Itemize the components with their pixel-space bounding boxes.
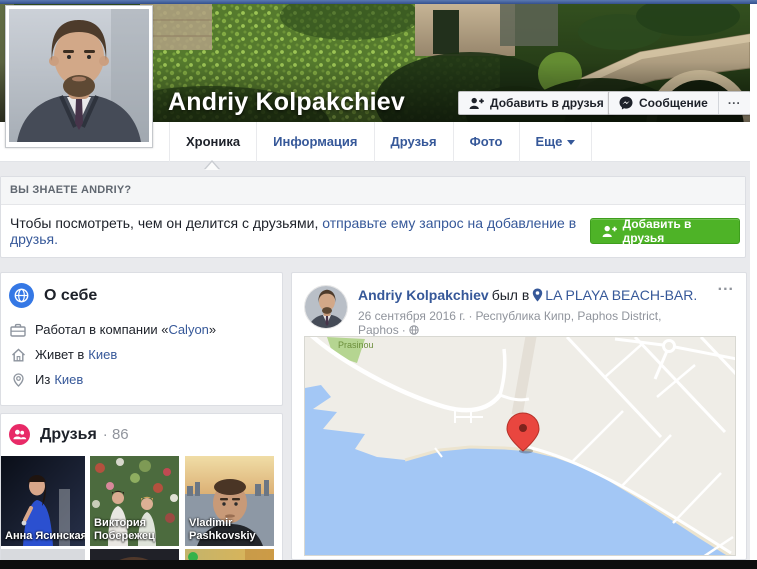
about-item-work: Работал в компании «Calyon» [7,322,274,337]
person-add-icon [602,225,617,238]
post-meta: 26 сентября 2016 г.·Республика Кипр, Pap… [358,309,706,338]
tab-timeline[interactable]: Хроника [169,122,256,162]
about-globe-icon [9,283,34,308]
post-date-link[interactable]: 26 сентября 2016 г. [358,309,466,323]
add-friend-label: Добавить в друзья [490,96,604,110]
post-author-link[interactable]: Andriy Kolpakchiev [358,287,489,303]
post-author-avatar[interactable] [304,285,348,329]
about-item-from: ИзКиев [7,372,274,387]
message-button[interactable]: Сообщение [609,92,718,114]
friend-tile[interactable]: Виктория Побережец [90,456,179,546]
green-button-label: Добавить в друзья [623,217,728,245]
friends-card: Друзья· 86 Анна Ясинская [0,413,283,569]
friends-icon [9,424,30,445]
friends-title[interactable]: Друзья· 86 [40,426,129,444]
profile-picture[interactable] [5,5,153,148]
messenger-icon [619,96,633,110]
tab-more[interactable]: Еще [519,122,593,162]
post-title: Andriy Kolpakchievбыл вLA PLAYA BEACH-BA… [358,286,706,307]
profile-picture-art [9,9,149,142]
about-title[interactable]: О себе [44,287,97,305]
chevron-down-icon [567,140,575,145]
message-label: Сообщение [639,96,708,110]
lives-text: Живет вКиев [35,347,117,362]
post-card: Andriy Kolpakchievбыл вLA PLAYA BEACH-BA… [291,272,747,560]
banner-heading: ВЫ ЗНАЕТЕ ANDRIY? [1,177,745,205]
work-link[interactable]: Calyon [168,322,208,337]
friend-tile[interactable]: Vladimir Pashkovskiy [185,456,274,546]
friend-name: Анна Ясинская [5,530,83,543]
active-tab-notch [205,162,219,170]
post-map[interactable]: Prasinou [304,336,736,556]
work-text: Работал в компании «Calyon» [35,322,216,337]
about-card: О себе Работал в компании «Calyon» Живет… [0,272,283,406]
friend-name: Vladimir Pashkovskiy [189,517,272,543]
map-art: Prasinou [305,337,736,556]
add-friend-green-button[interactable]: Добавить в друзья [590,218,740,244]
cover-more-button[interactable]: ... [718,92,750,114]
post-place-link[interactable]: LA PLAYA BEACH-BAR. [545,287,697,303]
map-area-label: Prasinou [338,340,374,350]
person-add-icon [469,97,484,110]
tab-friends[interactable]: Друзья [374,122,453,162]
friend-name: Виктория Побережец [94,517,177,543]
profile-name: Andriy Kolpakchiev [168,88,405,117]
from-link[interactable]: Киев [54,372,83,387]
post-more-button[interactable]: ... [718,277,734,295]
about-item-lives: Живет вКиев [7,347,274,362]
page-right-edge [750,4,757,560]
banner-text: Чтобы посмотреть, чем он делится с друзь… [10,215,590,247]
home-icon [7,348,29,362]
post-pin-icon [532,288,543,307]
friend-tile[interactable]: Анна Ясинская [1,456,85,546]
from-text: ИзКиев [35,372,83,387]
facebook-profile-page: Andriy Kolpakchiev Добавить в друзья Соо… [0,0,757,569]
tab-about[interactable]: Информация [256,122,373,162]
add-friend-button[interactable]: Добавить в друзья [458,91,615,115]
location-pin-icon [7,373,29,387]
do-you-know-banner: ВЫ ЗНАЕТЕ ANDRIY? Чтобы посмотреть, чем … [0,176,746,258]
lives-link[interactable]: Киев [88,347,117,362]
message-more-group: Сообщение ... [608,91,750,115]
tab-photos[interactable]: Фото [453,122,519,162]
briefcase-icon [7,323,29,337]
bottom-window-edge [0,560,757,569]
